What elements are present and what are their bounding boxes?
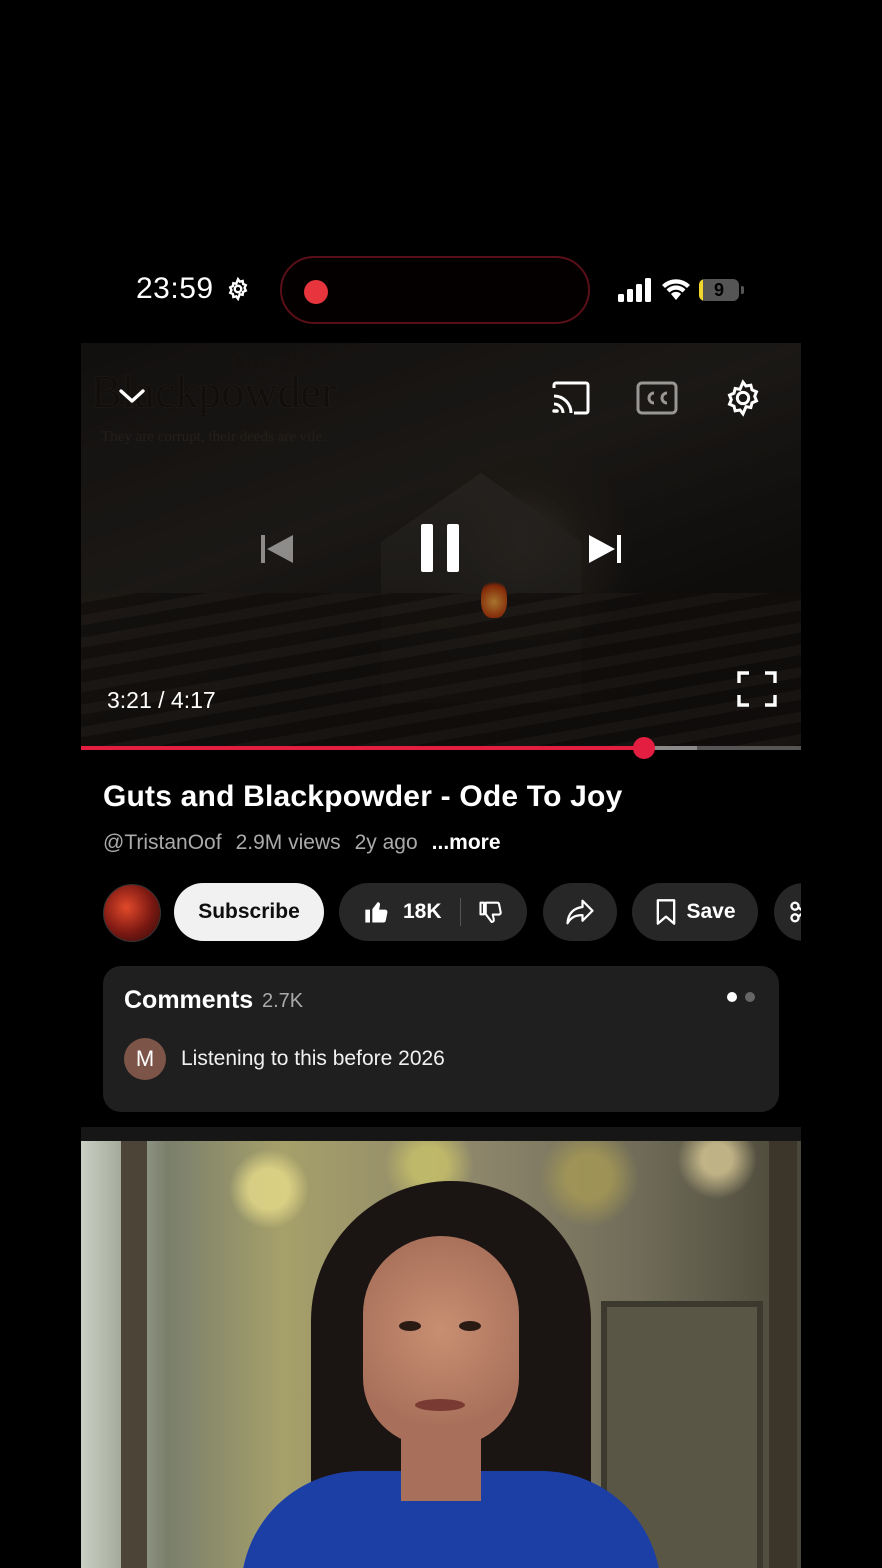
skip-next-icon: [589, 535, 621, 563]
thumbnail-post-right: [769, 1141, 797, 1568]
next-video-thumbnail[interactable]: [81, 1141, 801, 1568]
top-comment-text: Listening to this before 2026: [181, 1047, 445, 1070]
chevron-down-icon: [119, 389, 145, 403]
record-dot-icon: [304, 280, 328, 304]
cast-icon: [552, 381, 590, 415]
gear-icon: [228, 276, 248, 302]
thumbnail-person-eye-left: [399, 1321, 421, 1331]
more-actions-button[interactable]: [774, 883, 801, 941]
pause-icon: [421, 524, 459, 572]
skip-previous-icon: [261, 535, 293, 563]
captions-button[interactable]: [635, 379, 679, 417]
subscribe-button[interactable]: Subscribe: [174, 883, 324, 941]
recording-indicator[interactable]: [280, 256, 590, 324]
previous-button[interactable]: [255, 527, 299, 571]
more-link[interactable]: ...more: [432, 831, 501, 855]
like-count: 18K: [403, 900, 442, 923]
cc-icon: [636, 381, 678, 415]
fullscreen-icon: [737, 671, 777, 707]
status-time: 23:59: [136, 272, 214, 305]
video-meta[interactable]: @TristanOof 2.9M views 2y ago ...more: [103, 831, 501, 855]
pause-button[interactable]: [417, 521, 463, 575]
wifi-icon: [662, 279, 690, 300]
settings-button[interactable]: [721, 377, 765, 419]
cast-button[interactable]: [549, 379, 593, 417]
thumbnail-person-mouth: [415, 1399, 465, 1411]
progress-thumb[interactable]: [633, 737, 656, 759]
share-button[interactable]: [543, 883, 617, 941]
progress-fill: [81, 746, 645, 750]
thumbnail-person-eye-right: [459, 1321, 481, 1331]
section-divider: [81, 1127, 801, 1141]
video-title[interactable]: Guts and Blackpowder - Ode To Joy: [103, 780, 622, 814]
dislike-button[interactable]: [477, 898, 505, 926]
settings-icon: [727, 379, 759, 417]
fullscreen-button[interactable]: [735, 669, 779, 709]
commenter-avatar: M: [124, 1038, 166, 1080]
share-icon: [566, 899, 594, 925]
battery-tip: [741, 286, 744, 294]
upload-age: 2y ago: [354, 831, 418, 854]
bookmark-icon: [657, 899, 676, 925]
channel-handle[interactable]: @TristanOof: [103, 831, 222, 855]
collapse-button[interactable]: [117, 381, 147, 411]
view-count: 2.9M views: [235, 831, 341, 854]
like-button[interactable]: 18K: [339, 898, 442, 926]
action-row: Subscribe 18K Save: [0, 880, 801, 944]
playback-time: 3:21 / 4:17: [107, 687, 216, 713]
thumbnail-person-face: [363, 1236, 519, 1446]
progress-bar[interactable]: [81, 737, 801, 759]
comments-count: 2.7K: [262, 990, 304, 1012]
comments-panel[interactable]: Comments 2.7K M Listening to this before…: [103, 966, 779, 1112]
battery-level: 9: [713, 280, 724, 300]
next-button[interactable]: [583, 527, 627, 571]
thumbs-up-icon: [365, 902, 388, 923]
like-divider: [459, 898, 461, 926]
save-button[interactable]: Save: [632, 883, 758, 941]
channel-avatar[interactable]: [103, 884, 161, 942]
comments-page-indicator: [727, 992, 755, 1002]
save-label: Save: [686, 900, 736, 923]
clip-icon: [790, 901, 801, 923]
like-dislike-pill: 18K: [339, 883, 527, 941]
battery-icon: 9: [699, 279, 739, 301]
thumbnail-post-left: [121, 1141, 147, 1568]
comments-heading: Comments: [124, 986, 254, 1014]
thumbs-down-icon: [478, 901, 502, 923]
signal-icon: [618, 278, 651, 302]
page-dot: [745, 992, 755, 1002]
video-player[interactable]: Guts & Blackpowder They are corrupt, the…: [81, 343, 801, 748]
page-dot-active: [727, 992, 737, 1002]
